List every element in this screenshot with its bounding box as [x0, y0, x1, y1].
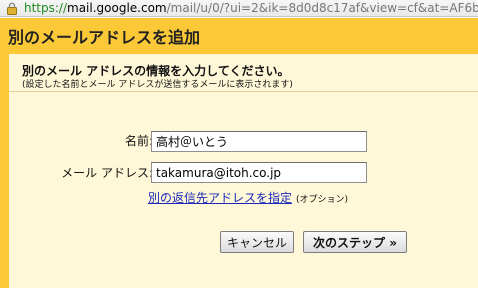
address-bar[interactable]: https://mail.google.com/mail/u/0/?ui=2&i… [0, 0, 478, 17]
dialog-panel: 別のメール アドレスの情報を入力してください。 (設定した名前とメール アドレス… [9, 54, 478, 288]
email-label: メール アドレス: [61, 166, 153, 180]
url-host: mail.google.com [67, 1, 167, 15]
name-input[interactable] [151, 131, 367, 152]
add-address-dialog: 別のメールアドレスを追加 別のメール アドレスの情報を入力してください。 (設定… [0, 18, 478, 288]
dialog-title: 別のメールアドレスを追加 [8, 28, 201, 47]
lock-icon [7, 2, 17, 15]
form-note: (設定した名前とメール アドレスが送信するメールに表示されます) [22, 80, 293, 90]
url-path: /mail/u/0/?ui=2&ik=8d0d8c17af&view=cf&at… [166, 1, 478, 15]
divider [9, 91, 478, 92]
next-step-button[interactable]: 次のステップ » [303, 231, 407, 253]
cancel-button[interactable]: キャンセル [220, 231, 294, 253]
name-label: 名前: [124, 134, 153, 148]
replyto-link[interactable]: 別の返信先アドレスを指定 [148, 191, 292, 205]
email-input[interactable] [151, 162, 367, 183]
optional-note: (オプション) [296, 195, 349, 205]
url-scheme: https:// [24, 1, 68, 15]
replyto-row: 別の返信先アドレスを指定 (オプション) [148, 189, 348, 206]
